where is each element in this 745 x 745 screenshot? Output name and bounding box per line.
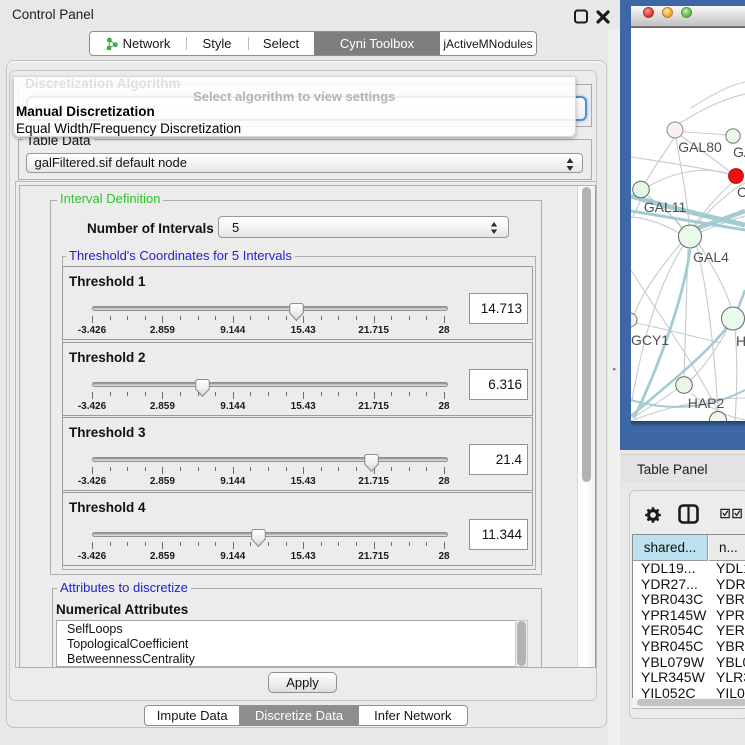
svg-text:GAL4: GAL4 [693, 249, 729, 265]
svg-text:C: C [737, 184, 745, 200]
svg-text:GAL80: GAL80 [678, 139, 722, 155]
svg-text:GA: GA [733, 144, 745, 160]
svg-text:HAP2: HAP2 [688, 395, 725, 411]
svg-text:GCY1: GCY1 [631, 332, 669, 348]
svg-text:GAL11: GAL11 [644, 199, 687, 215]
svg-text:H: H [736, 333, 745, 349]
